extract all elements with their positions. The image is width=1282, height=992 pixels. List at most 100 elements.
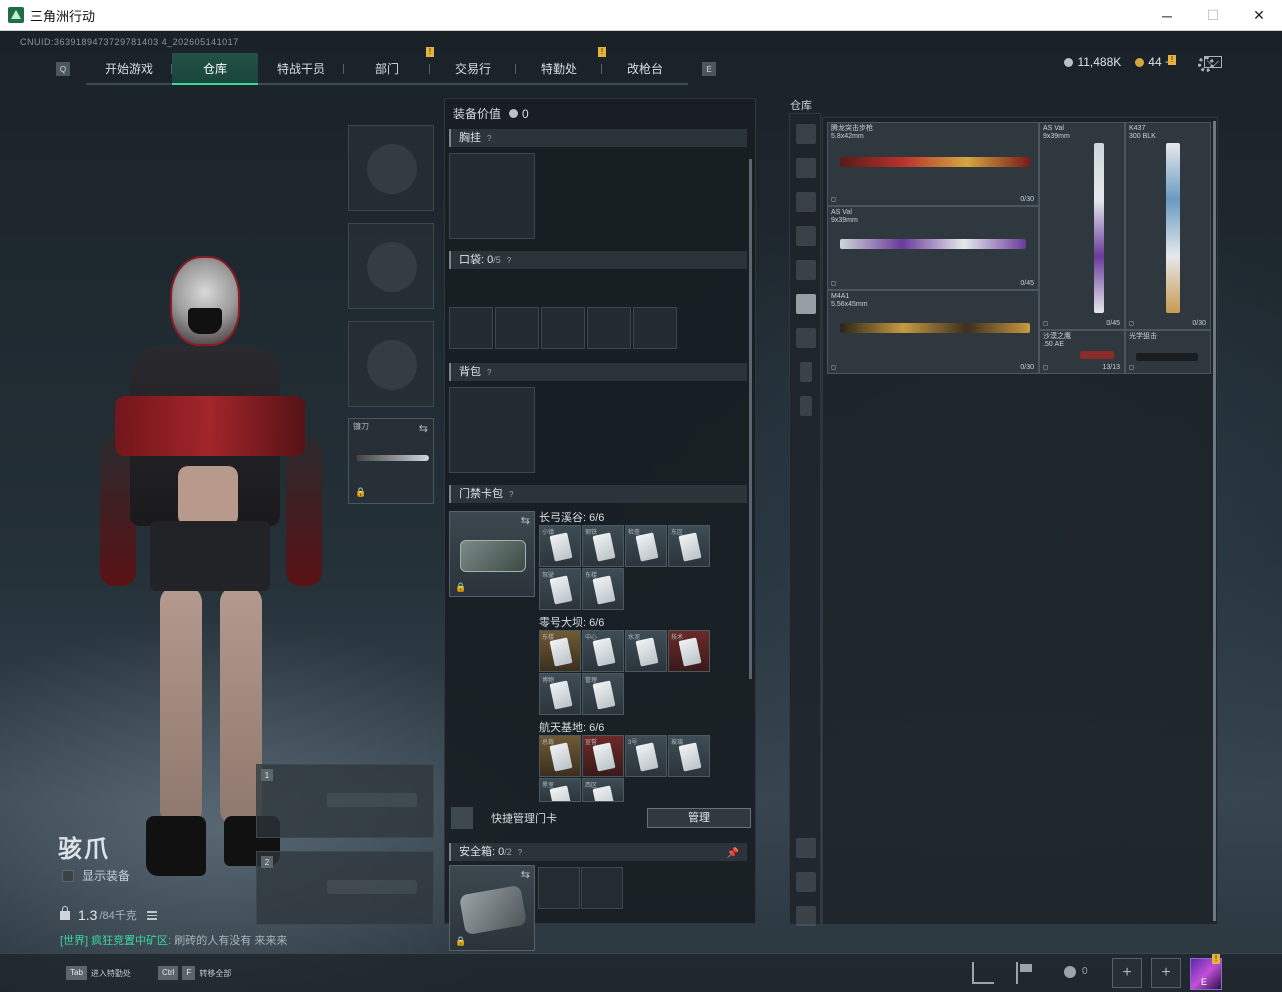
- secondary-weapon-slot[interactable]: 2: [256, 851, 434, 925]
- category-icon[interactable]: [796, 260, 816, 280]
- maximize-button[interactable]: ☐: [1190, 0, 1236, 31]
- warehouse-item[interactable]: 沙漠之鹰 .50 AE ◻ 13/13: [1039, 330, 1125, 374]
- safe-box-cell[interactable]: [581, 867, 623, 909]
- tab-start-game[interactable]: 开始游戏: [86, 53, 172, 85]
- pistol-slot[interactable]: [348, 321, 434, 407]
- category-icon[interactable]: [796, 192, 816, 212]
- category-weapons-icon[interactable]: [796, 294, 816, 314]
- backpack-slot[interactable]: [449, 387, 535, 473]
- keycard-case-slot[interactable]: ⇆ 🔒: [449, 511, 535, 597]
- keycard[interactable]: 东楼: [582, 568, 624, 610]
- invite-slot-button[interactable]: +: [1112, 958, 1142, 988]
- help-icon[interactable]: ?: [518, 848, 522, 857]
- tab-gunsmith[interactable]: 改枪台: [602, 53, 688, 85]
- keycard[interactable]: 3号: [625, 735, 667, 777]
- keycard[interactable]: 玻璃: [668, 735, 710, 777]
- chat-line[interactable]: [世界] 疯狂竞置中矿区: 刷砖的人有没有 来来来: [60, 932, 287, 948]
- category-all-icon[interactable]: [796, 124, 816, 144]
- keycard[interactable]: 驾驶: [539, 568, 581, 610]
- loadout-scrollbar[interactable]: [749, 159, 752, 679]
- help-icon[interactable]: ?: [487, 368, 491, 377]
- safe-box-cell[interactable]: [538, 867, 580, 909]
- keycard[interactable]: 管理: [582, 673, 624, 715]
- keycard-icon: [592, 742, 616, 772]
- swap-icon[interactable]: ⇆: [419, 422, 428, 435]
- tab-special-ops[interactable]: 特勤处!: [516, 47, 606, 85]
- keycard[interactable]: 中心: [582, 630, 624, 672]
- hint-special-ops[interactable]: Tab 进入特勤处: [66, 966, 131, 980]
- primary-weapon-slot[interactable]: 1: [256, 764, 434, 838]
- warehouse-sort-icon[interactable]: [796, 906, 816, 926]
- pocket-slot[interactable]: [449, 307, 493, 349]
- category-icon[interactable]: [796, 226, 816, 246]
- nav-prev-key[interactable]: Q: [56, 62, 70, 76]
- warehouse-item[interactable]: AS Val 9x39mm ◻ 0/45: [1039, 122, 1125, 330]
- close-button[interactable]: ✕: [1236, 0, 1282, 31]
- window-title: 三角洲行动: [30, 8, 96, 24]
- keycard[interactable]: 技术: [668, 630, 710, 672]
- helmet-slot[interactable]: [348, 125, 434, 211]
- keycard[interactable]: 西区: [582, 778, 624, 802]
- backpack-title: 背包?: [449, 363, 747, 381]
- melee-slot[interactable]: 镰刀 ⇆ 🔒: [348, 418, 434, 504]
- warehouse-item[interactable]: M4A1 5.56x45mm ◻ 0/30: [827, 290, 1039, 374]
- stats-chart-icon[interactable]: [972, 962, 994, 984]
- manage-button[interactable]: 管理: [647, 808, 751, 828]
- keycard[interactable]: 检查: [625, 525, 667, 567]
- help-icon[interactable]: ?: [507, 256, 511, 265]
- chest-rig-slot[interactable]: [449, 153, 535, 239]
- show-equip-toggle[interactable]: 显示装备: [62, 867, 130, 884]
- hint-transfer-all[interactable]: Ctrl F 转移全部: [158, 966, 231, 980]
- keycard[interactable]: 小镇: [539, 525, 581, 567]
- value-text: 0: [522, 106, 529, 121]
- gold-currency[interactable]: 44 +: [1135, 55, 1172, 69]
- show-equip-checkbox[interactable]: [62, 869, 74, 882]
- nav-next-key[interactable]: E: [702, 62, 716, 76]
- keycard[interactable]: 东楼: [539, 630, 581, 672]
- warehouse-item[interactable]: AS Val 9x39mm ◻ 0/45: [827, 206, 1039, 290]
- tab-trading[interactable]: 交易行: [430, 53, 516, 85]
- help-icon[interactable]: ?: [487, 134, 491, 143]
- keycard[interactable]: 博物: [539, 673, 581, 715]
- tab-operators[interactable]: 特战干员: [258, 53, 344, 85]
- keycard[interactable]: 钢铁: [582, 525, 624, 567]
- swap-icon[interactable]: ⇆: [521, 514, 530, 527]
- keycard[interactable]: 东区: [668, 525, 710, 567]
- team-icon[interactable]: [1064, 966, 1076, 978]
- ammo-count: 0/30: [1020, 364, 1034, 371]
- keycard[interactable]: 宣誓: [582, 735, 624, 777]
- settings-gear-icon[interactable]: [1198, 56, 1214, 72]
- window-titlebar: 三角洲行动 ─ ☐ ✕: [0, 0, 1282, 31]
- warehouse-item[interactable]: 腾龙突击步枪 5.8x42mm ◻ 0/30: [827, 122, 1039, 206]
- armor-slot[interactable]: [348, 223, 434, 309]
- tab-department[interactable]: 部门!: [344, 47, 434, 85]
- category-gear-icon[interactable]: [800, 396, 812, 416]
- tab-warehouse[interactable]: 仓库: [172, 53, 258, 85]
- warehouse-expand-icon[interactable]: [796, 838, 816, 858]
- pocket-slot[interactable]: [633, 307, 677, 349]
- keycard[interactable]: 水泥: [625, 630, 667, 672]
- pocket-slot[interactable]: [541, 307, 585, 349]
- weapon-name: 光学狙击: [1129, 333, 1157, 340]
- warehouse-layers-icon[interactable]: [796, 872, 816, 892]
- category-lock-icon[interactable]: [800, 362, 812, 382]
- keycard[interactable]: 黑室: [539, 778, 581, 802]
- rifle-placeholder-icon: [327, 880, 417, 894]
- keycard[interactable]: 总裁: [539, 735, 581, 777]
- weight-detail-icon[interactable]: [146, 910, 157, 920]
- warehouse-scrollbar[interactable]: [1213, 121, 1216, 921]
- category-icon[interactable]: [796, 328, 816, 348]
- warehouse-grid: 腾龙突击步枪 5.8x42mm ◻ 0/30 AS Val 9x39mm ◻ 0…: [822, 117, 1218, 925]
- pocket-slot[interactable]: [495, 307, 539, 349]
- invite-slot-button[interactable]: +: [1151, 958, 1181, 988]
- pocket-slot[interactable]: [587, 307, 631, 349]
- minimize-button[interactable]: ─: [1144, 0, 1190, 31]
- warehouse-item[interactable]: 光学狙击 ◻: [1125, 330, 1211, 374]
- warehouse-item[interactable]: K437 300 BLK ◻ 0/30: [1125, 122, 1211, 330]
- pin-icon[interactable]: 📌: [727, 845, 739, 863]
- flag-icon[interactable]: [1016, 962, 1038, 984]
- category-icon[interactable]: [796, 158, 816, 178]
- safe-box-slot[interactable]: ⇆ 🔒: [449, 865, 535, 951]
- help-icon[interactable]: ?: [509, 490, 513, 499]
- swap-icon[interactable]: ⇆: [521, 868, 530, 881]
